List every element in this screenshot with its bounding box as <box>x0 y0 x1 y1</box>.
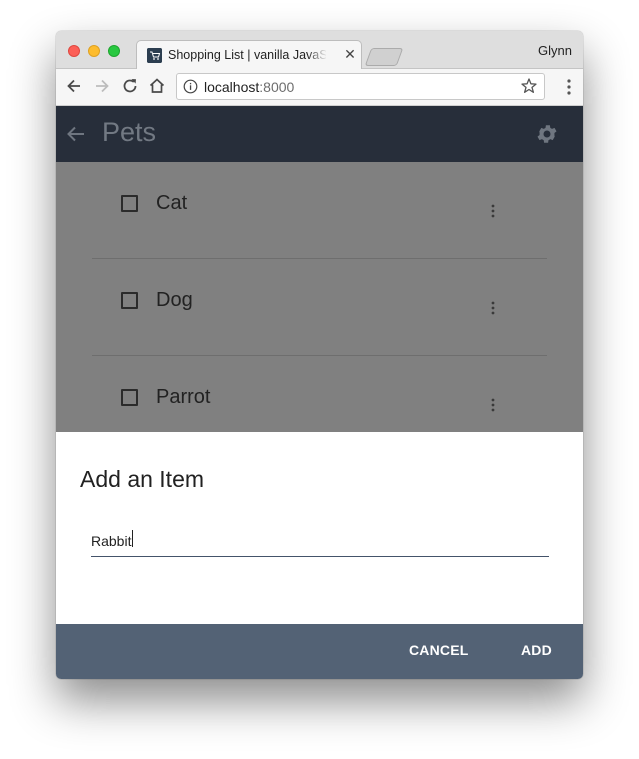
tab-shopping-list[interactable]: Shopping List | vanilla JavaScript ✕ <box>136 40 362 70</box>
browser-toolbar: localhost:8000 <box>56 69 583 106</box>
back-arrow-icon[interactable] <box>64 122 88 146</box>
tab-title: Shopping List | vanilla JavaScript <box>168 48 326 62</box>
url-text[interactable]: localhost:8000 <box>204 79 294 95</box>
tab-strip: Shopping List | vanilla JavaScript ✕ Gly… <box>56 31 583 70</box>
close-window-button[interactable] <box>68 45 80 57</box>
more-vert-icon[interactable] <box>491 301 495 315</box>
cancel-button[interactable]: CANCEL <box>409 642 469 658</box>
dialog-actions: CANCEL ADD <box>56 624 583 679</box>
url-port: :8000 <box>259 79 295 95</box>
item-checkbox[interactable] <box>121 389 138 406</box>
reload-icon[interactable] <box>120 76 140 96</box>
gear-icon[interactable] <box>535 122 559 146</box>
maximize-window-button[interactable] <box>108 45 120 57</box>
app-viewport: Pets Cat Dog Parrot Add an Item Rabbit C… <box>56 106 583 679</box>
back-arrow-icon[interactable] <box>64 76 84 96</box>
item-label: Dog <box>156 289 193 311</box>
item-name-input[interactable] <box>91 526 549 557</box>
url-host: localhost <box>204 79 260 95</box>
page-title: Pets <box>102 117 157 147</box>
add-item-dialog: Add an Item CANCEL ADD <box>56 432 583 679</box>
item-label: Cat <box>156 192 188 214</box>
browser-window: Shopping List | vanilla JavaScript ✕ Gly… <box>56 31 583 679</box>
text-caret <box>132 530 133 547</box>
browser-menu-icon[interactable] <box>567 79 571 95</box>
item-checkbox[interactable] <box>121 292 138 309</box>
star-icon[interactable] <box>520 77 538 95</box>
close-tab-icon[interactable]: ✕ <box>343 46 357 62</box>
dialog-title: Add an Item <box>80 466 205 492</box>
profile-name[interactable]: Glynn <box>538 43 572 58</box>
item-list: Cat Dog Parrot <box>56 162 583 432</box>
add-button[interactable]: ADD <box>521 642 552 658</box>
forward-arrow-icon[interactable] <box>92 76 112 96</box>
new-tab-button[interactable] <box>364 48 404 66</box>
minimize-window-button[interactable] <box>88 45 100 57</box>
list-item[interactable]: Cat <box>92 162 547 259</box>
more-vert-icon[interactable] <box>491 398 495 412</box>
item-checkbox[interactable] <box>121 195 138 212</box>
app-bar: Pets <box>56 106 583 162</box>
cart-icon <box>147 48 162 63</box>
more-vert-icon[interactable] <box>491 204 495 218</box>
home-icon[interactable] <box>147 76 167 96</box>
list-item[interactable]: Dog <box>92 259 547 356</box>
address-bar[interactable]: localhost:8000 <box>176 73 545 100</box>
item-label: Parrot <box>156 386 211 408</box>
tab-title-fade <box>307 45 327 65</box>
info-icon[interactable] <box>183 79 198 94</box>
